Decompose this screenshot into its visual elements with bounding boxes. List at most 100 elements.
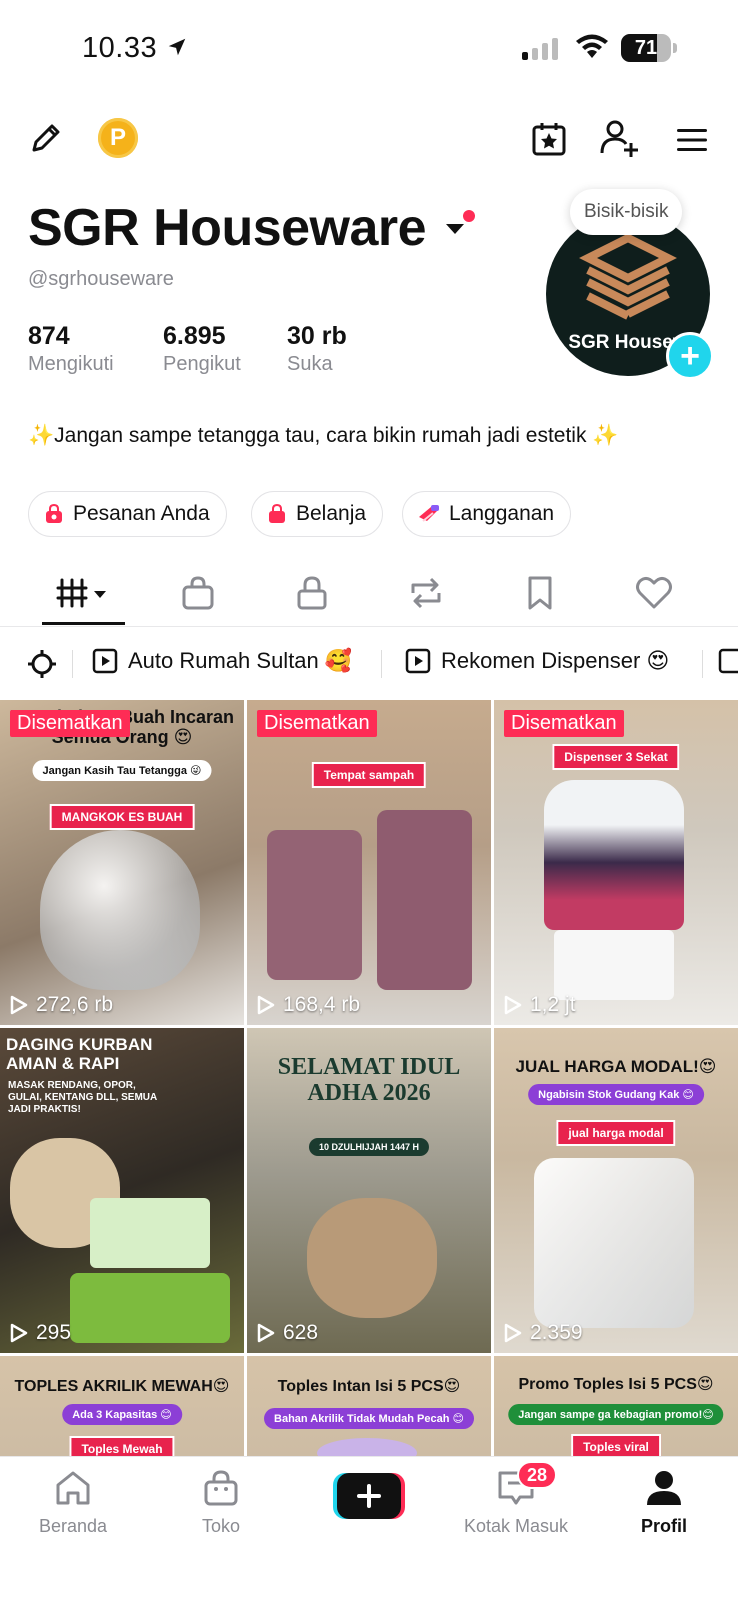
tab-videos[interactable]	[54, 568, 114, 618]
video-tag: Toples Mewah	[69, 1436, 175, 1456]
edit-profile-button[interactable]	[26, 118, 66, 158]
video-tag: MANGKOK ES BUAH	[49, 804, 195, 830]
stat-following[interactable]: 874 Mengikuti	[28, 322, 114, 376]
create-button[interactable]	[333, 1473, 405, 1519]
video-subtitle: Jangan sampe ga kebagian promo!😊	[508, 1404, 724, 1425]
playlist-item[interactable]: Rekomen Dispenser 😍	[405, 648, 669, 674]
battery-percent: 71	[634, 37, 658, 59]
play-outline-icon	[10, 995, 28, 1015]
video-tile[interactable]: Dispenser 3 Sekat Disematkan 1,2 jt	[494, 700, 738, 1025]
active-tab-indicator	[42, 622, 125, 625]
jar-image	[534, 1158, 694, 1328]
orders-pill[interactable]: Pesanan Anda	[28, 491, 227, 537]
food-tray-image	[70, 1273, 230, 1343]
shopping-bag-icon	[46, 503, 62, 523]
video-tag: Tempat sampah	[311, 762, 427, 788]
gear-icon	[28, 650, 56, 678]
view-count: 628	[257, 1321, 318, 1345]
view-count: 168,4 rb	[257, 993, 360, 1017]
trash-bin-image	[377, 810, 472, 990]
video-tag: Dispenser 3 Sekat	[552, 744, 680, 770]
video-subtitle: Jangan Kasih Tau Tetangga 😜	[32, 760, 212, 781]
add-friend-button[interactable]	[598, 116, 642, 160]
play-square-icon	[92, 648, 118, 674]
nav-shop[interactable]: Toko	[161, 1469, 281, 1537]
calendar-button[interactable]	[528, 118, 570, 160]
hamburger-menu-icon	[677, 129, 707, 151]
stat-followers[interactable]: 6.895 Pengikut	[163, 322, 241, 376]
video-tile[interactable]: SELAMAT IDUL ADHA 2026 10 DZULHIJJAH 144…	[247, 1028, 491, 1353]
video-tile[interactable]: Mangkok Es Buah Incaran Semua Orang 😍 Ja…	[0, 700, 244, 1025]
video-tile[interactable]: DAGING KURBAN AMAN & RAPI MASAK RENDANG,…	[0, 1028, 244, 1353]
view-count-text: 168,4 rb	[283, 993, 361, 1016]
nav-profile[interactable]: Profil	[604, 1469, 724, 1537]
tab-private[interactable]	[282, 568, 342, 618]
view-count-text: 1,2 jt	[530, 993, 576, 1016]
lock-icon	[297, 576, 327, 610]
video-tile[interactable]: Tempat sampah Disematkan 168,4 rb	[247, 700, 491, 1025]
playlist-label: Auto Rumah Sultan 🥰	[128, 648, 353, 673]
playlist-settings-button[interactable]	[26, 648, 58, 680]
add-user-icon	[600, 120, 638, 157]
status-time: 10.33	[82, 32, 158, 64]
account-switch-chevron-icon[interactable]	[446, 224, 464, 234]
subscription-icon	[419, 505, 439, 522]
shop-pill[interactable]: Belanja	[251, 491, 384, 537]
tab-reposts[interactable]	[396, 568, 456, 618]
view-count-text: 628	[283, 1321, 319, 1344]
stat-likes[interactable]: 30 rb Suka	[287, 322, 347, 376]
video-tag: jual harga modal	[556, 1120, 676, 1146]
tab-divider	[0, 626, 738, 627]
video-tile[interactable]: Promo Toples Isi 5 PCS😍 Jangan sampe ga …	[494, 1356, 738, 1456]
view-count-text: 295	[36, 1321, 72, 1344]
points-coin-button[interactable]: P	[98, 118, 138, 158]
menu-button[interactable]	[672, 120, 712, 160]
inbox-badge: 28	[517, 1461, 557, 1489]
home-icon	[56, 1471, 90, 1505]
nav-inbox[interactable]: Kotak Masuk	[456, 1469, 576, 1537]
nav-profile-label: Profil	[640, 1516, 687, 1536]
stat-following-label: Mengikuti	[28, 353, 114, 375]
video-tile[interactable]: JUAL HARGA MODAL!😍 Ngabisin Stok Gudang …	[494, 1028, 738, 1353]
view-count: 295	[10, 1321, 71, 1345]
tab-liked[interactable]	[624, 568, 684, 618]
video-heading: Promo Toples Isi 5 PCS😍	[518, 1376, 714, 1393]
shop-pill-label: Belanja	[296, 502, 367, 525]
notification-dot	[463, 210, 475, 222]
profile-display-name[interactable]: SGR Houseware	[28, 198, 427, 258]
shopping-bag-icon	[182, 576, 214, 610]
whisper-bubble[interactable]: Bisik-bisik	[570, 189, 683, 235]
profile-handle: @sgrhouseware	[28, 268, 174, 290]
nav-inbox-label: Kotak Masuk	[463, 1516, 569, 1536]
video-heading: DAGING KURBAN AMAN & RAPI	[6, 1035, 153, 1073]
view-count-text: 2.359	[530, 1321, 583, 1344]
nav-shop-label: Toko	[201, 1516, 241, 1536]
subscription-pill-label: Langganan	[449, 502, 555, 525]
video-subtitle: 10 DZULHIJJAH 1447 H	[308, 1138, 430, 1156]
dispenser-stand	[554, 930, 674, 1000]
video-subtitle: Bahan Akrilik Tidak Mudah Pecah 😊	[264, 1408, 474, 1429]
video-heading: SELAMAT IDUL ADHA 2026	[277, 1054, 461, 1107]
nav-home[interactable]: Beranda	[13, 1469, 133, 1537]
video-tile[interactable]: Toples Intan Isi 5 PCS😍 Bahan Akrilik Ti…	[247, 1356, 491, 1456]
cow-image	[307, 1198, 437, 1318]
video-tile[interactable]: TOPLES AKRILIK MEWAH😍 Ada 3 Kapasitas 😊 …	[0, 1356, 244, 1456]
video-heading: Toples Intan Isi 5 PCS😍	[277, 1378, 461, 1395]
calendar-star-icon	[532, 123, 566, 156]
bookmark-icon	[528, 576, 552, 610]
video-heading: TOPLES AKRILIK MEWAH😍	[14, 1378, 230, 1395]
subscription-pill[interactable]: Langganan	[402, 491, 572, 537]
play-square-icon[interactable]	[718, 648, 738, 674]
stat-followers-value: 6.895	[163, 322, 226, 350]
play-outline-icon	[504, 995, 522, 1015]
stat-likes-label: Suka	[287, 353, 333, 375]
nav-home-label: Beranda	[38, 1516, 108, 1536]
trash-bin-image	[267, 830, 362, 980]
playlist-item[interactable]: Auto Rumah Sultan 🥰	[92, 648, 352, 674]
video-subtitle: Ada 3 Kapasitas 😊	[62, 1404, 182, 1425]
container-image	[90, 1198, 210, 1268]
tab-shop[interactable]	[168, 568, 228, 618]
add-avatar-button[interactable]: +	[666, 332, 714, 380]
tab-favorites[interactable]	[510, 568, 570, 618]
battery-indicator: 71	[621, 34, 671, 62]
